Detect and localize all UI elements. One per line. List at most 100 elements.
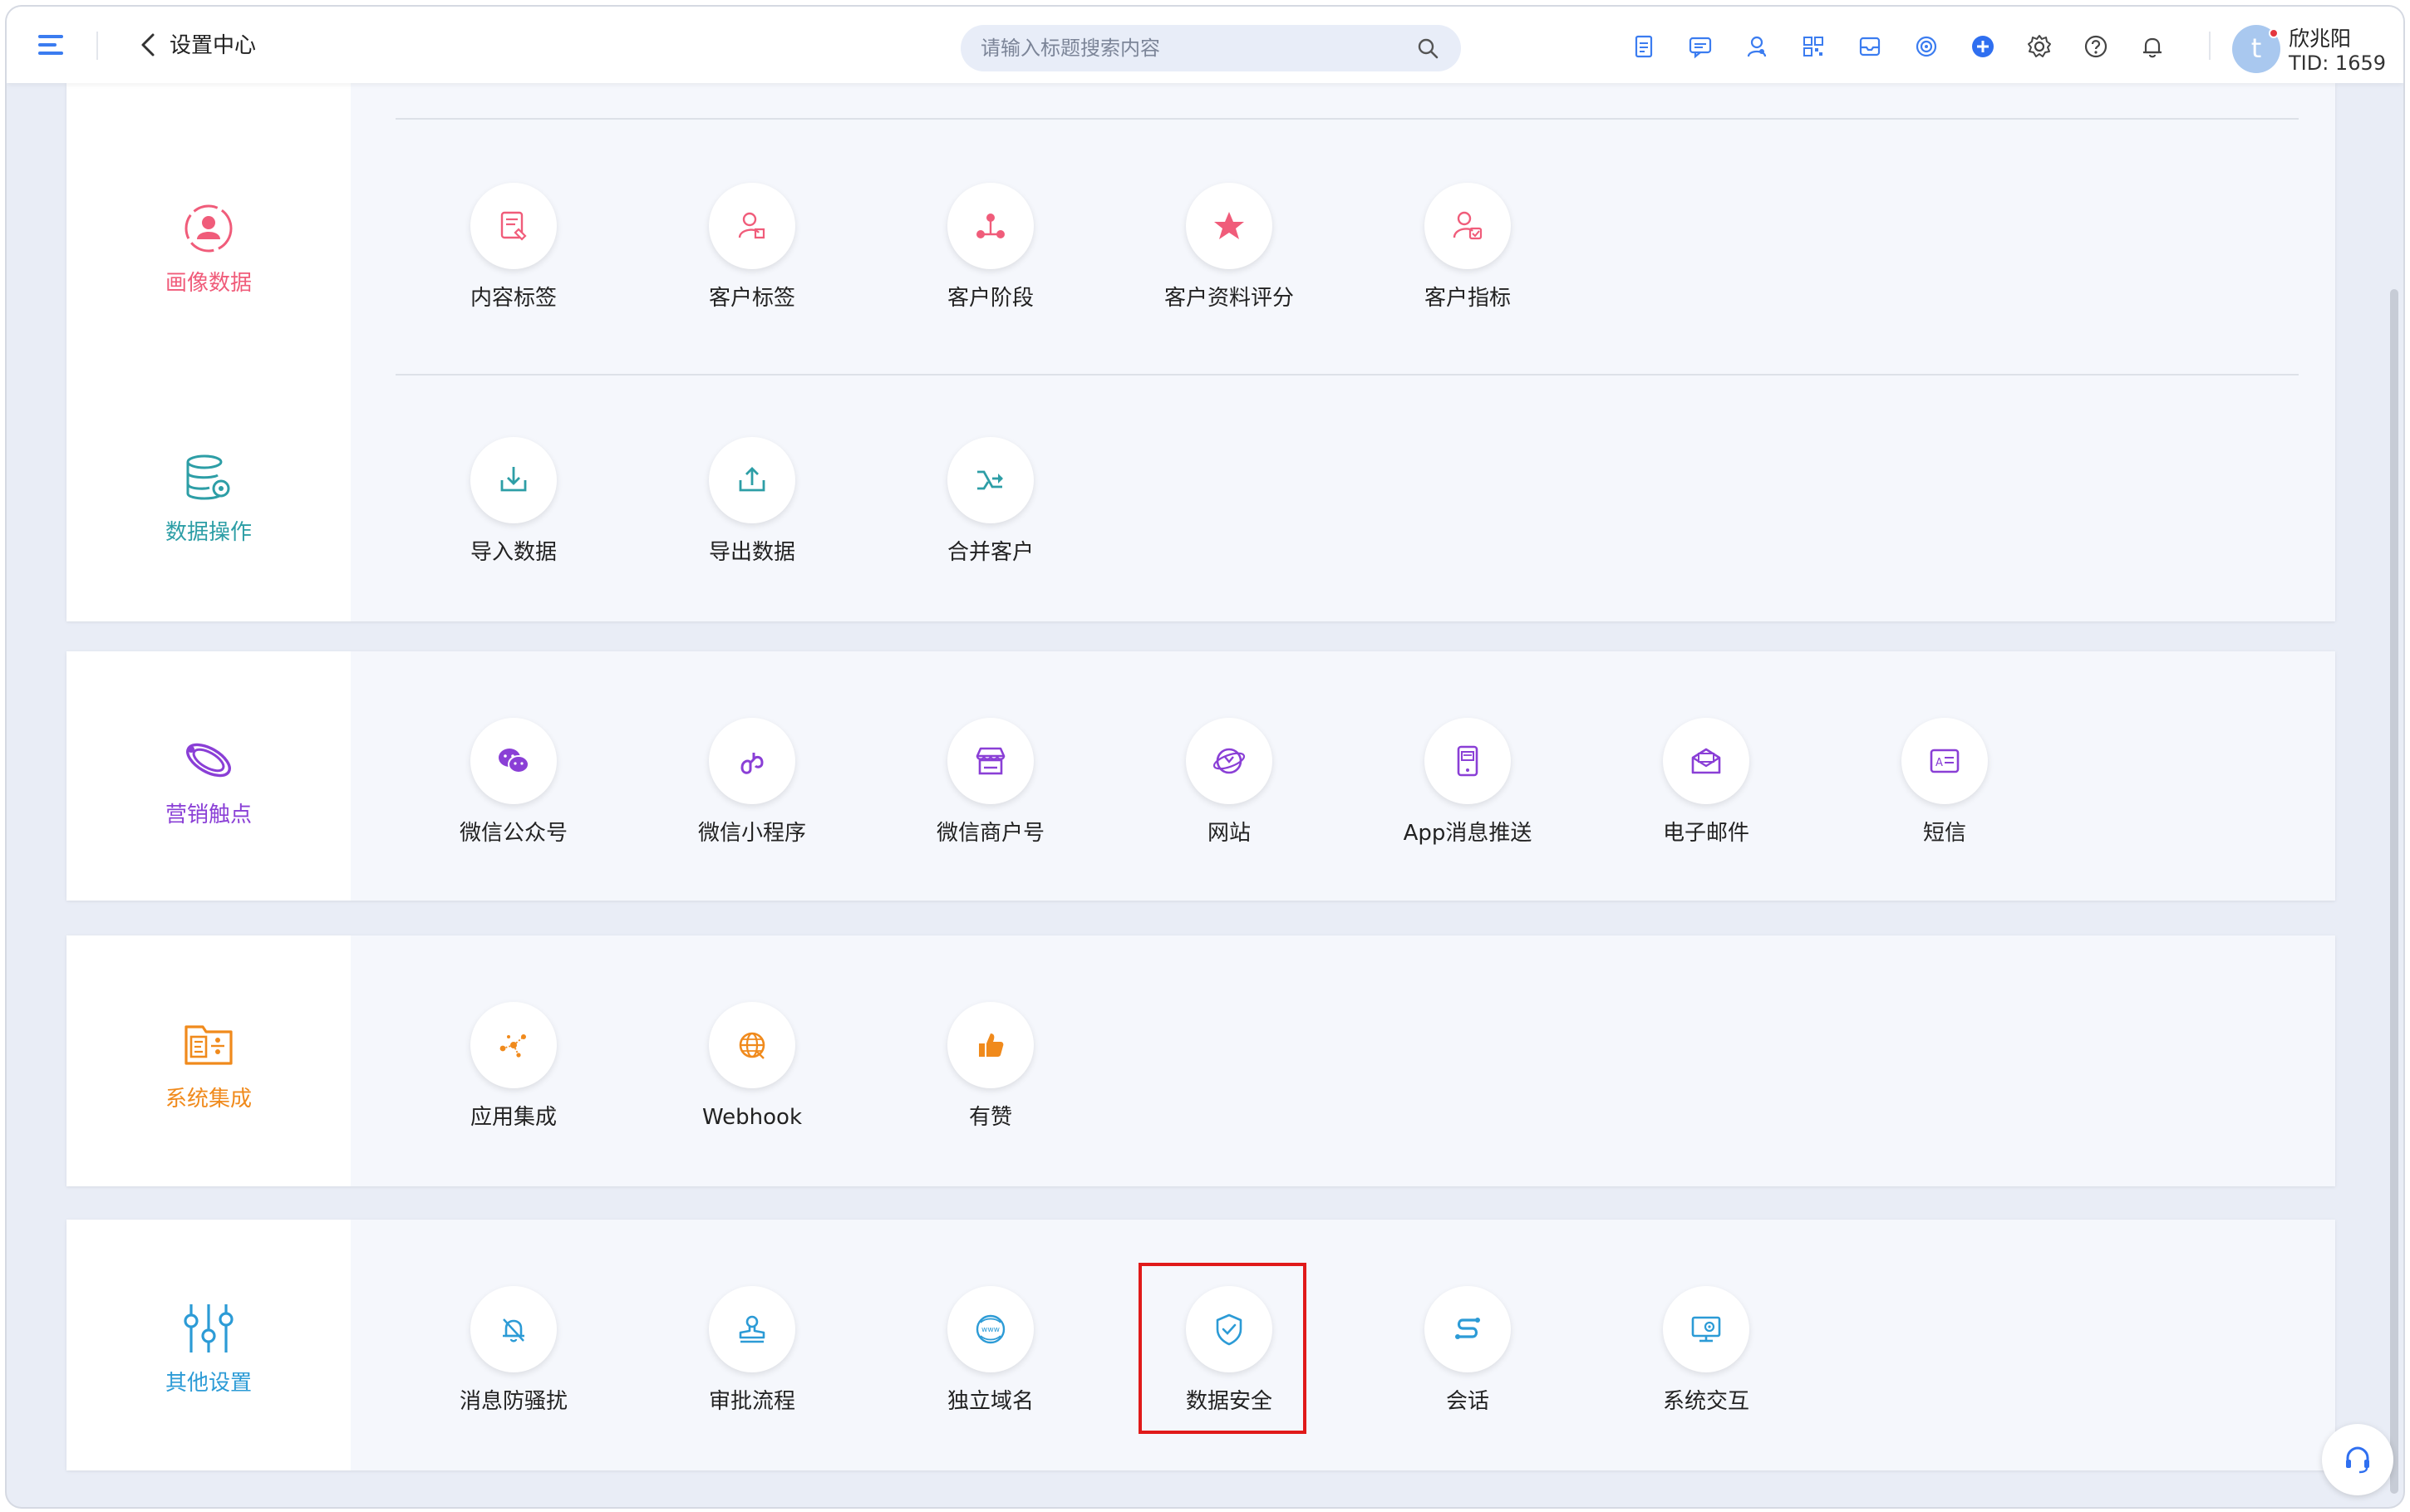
- merge-icon: [977, 470, 1003, 490]
- session-icon: [1455, 1318, 1480, 1339]
- divider: [2209, 32, 2211, 60]
- search-icon[interactable]: [1416, 37, 1439, 60]
- category-other: 其他设置: [66, 1299, 351, 1397]
- divider: [396, 374, 2299, 376]
- setting-item-website[interactable]: 网站: [1138, 718, 1321, 847]
- item-label: 客户指标: [1424, 286, 1511, 311]
- scrollbar[interactable]: [2390, 289, 2398, 1494]
- bell-icon[interactable]: [2134, 28, 2171, 65]
- inbox-icon[interactable]: [1852, 28, 1888, 65]
- item-label: 客户标签: [708, 286, 795, 311]
- email-icon: [1691, 748, 1721, 774]
- help-icon[interactable]: [2078, 28, 2114, 65]
- orbit-icon: [180, 731, 238, 789]
- setting-item-wechat-merchant[interactable]: 微信商户号: [899, 718, 1082, 847]
- search-input[interactable]: [981, 32, 1396, 65]
- divider: [396, 118, 2299, 120]
- category-profile: 画像数据: [66, 199, 351, 297]
- page-title: 设置中心: [170, 33, 257, 58]
- wechat-icon: [499, 749, 529, 773]
- category-label: 其他设置: [165, 1371, 252, 1396]
- import-icon: [500, 467, 527, 492]
- setting-item-customer-metric[interactable]: 客户指标: [1376, 183, 1559, 312]
- customer-service-icon[interactable]: [1739, 28, 1775, 65]
- content-tag-icon: [500, 211, 527, 241]
- svg-text:www: www: [981, 1326, 1000, 1334]
- document-icon[interactable]: [1626, 28, 1662, 65]
- setting-item-approval-flow[interactable]: 审批流程: [661, 1286, 844, 1416]
- item-label: 有赞: [968, 1105, 1012, 1130]
- qrcode-icon[interactable]: [1795, 28, 1832, 65]
- setting-item-profile-score[interactable]: 客户资料评分: [1138, 183, 1321, 312]
- top-bar: 设置中心 请输入标题搜索内容 t 欣兆阳 TID: 1659: [7, 7, 2403, 83]
- target-icon[interactable]: [1908, 28, 1945, 65]
- setting-item-data-security[interactable]: 数据安全: [1138, 1286, 1321, 1416]
- star-icon: [1214, 212, 1244, 239]
- setting-item-app-integration[interactable]: 应用集成: [422, 1002, 605, 1132]
- item-label: 网站: [1207, 821, 1251, 846]
- item-label: 微信商户号: [936, 821, 1045, 846]
- item-label: 短信: [1922, 821, 1966, 846]
- setting-item-wechat-official[interactable]: 微信公众号: [422, 718, 605, 847]
- customer-metric-icon: [1453, 211, 1483, 240]
- webhook-icon: [739, 1032, 765, 1059]
- thumbs-up-icon: [979, 1033, 1004, 1057]
- card-integration: 系统集成 应用集成 Webhook 有赞: [66, 935, 2335, 1186]
- item-label: 内容标签: [470, 286, 557, 311]
- setting-item-content-tag[interactable]: 内容标签: [422, 183, 605, 312]
- setting-item-session[interactable]: 会话: [1376, 1286, 1559, 1416]
- item-label: 微信小程序: [697, 821, 806, 846]
- setting-item-merge-customer[interactable]: 合并客户: [899, 437, 1082, 567]
- category-label: 营销触点: [165, 803, 252, 827]
- item-label: 应用集成: [470, 1105, 557, 1130]
- setting-item-sms[interactable]: A 短信: [1853, 718, 2036, 847]
- search-box[interactable]: [961, 25, 1461, 71]
- app-integration-icon: [499, 1034, 526, 1058]
- setting-item-customer-stage[interactable]: 客户阶段: [899, 183, 1082, 312]
- svg-text:A: A: [1935, 757, 1943, 769]
- shield-icon: [1216, 1313, 1242, 1346]
- setting-item-import-data[interactable]: 导入数据: [422, 437, 605, 567]
- item-label: App消息推送: [1403, 821, 1532, 846]
- card-marketing: 营销触点 微信公众号 微信小程序 微信商户号 网站 App消息推送 电子邮件 A: [66, 651, 2335, 901]
- setting-item-youzan[interactable]: 有赞: [899, 1002, 1082, 1132]
- setting-item-system-interaction[interactable]: 系统交互: [1615, 1286, 1798, 1416]
- setting-item-custom-domain[interactable]: www 独立域名: [899, 1286, 1082, 1416]
- add-icon[interactable]: [1965, 28, 2001, 65]
- sms-icon: A: [1930, 749, 1960, 773]
- setting-item-customer-tag[interactable]: 客户标签: [661, 183, 844, 312]
- item-label: 电子邮件: [1662, 821, 1749, 846]
- item-label: 客户资料评分: [1163, 286, 1294, 311]
- integration-icon: [180, 1015, 238, 1073]
- sliders-icon: [180, 1299, 238, 1357]
- menu-icon[interactable]: [38, 32, 68, 58]
- gear-icon[interactable]: [2021, 28, 2058, 65]
- card-other-settings: 其他设置 消息防骚扰 审批流程 www 独立域名 数据安全 会话 系统交互: [66, 1220, 2335, 1470]
- setting-item-export-data[interactable]: 导出数据: [661, 437, 844, 567]
- stamp-icon: [739, 1315, 765, 1343]
- setting-item-wechat-miniprogram[interactable]: 微信小程序: [661, 718, 844, 847]
- item-label: 审批流程: [708, 1389, 795, 1414]
- miniprogram-icon: [740, 753, 764, 774]
- item-label: 合并客户: [947, 540, 1034, 565]
- setting-item-webhook[interactable]: Webhook: [661, 1002, 844, 1132]
- category-marketing: 营销触点: [66, 731, 351, 829]
- bell-off-icon: [503, 1318, 524, 1343]
- item-label: 数据安全: [1185, 1389, 1272, 1414]
- tenant-id: TID: 1659: [2289, 52, 2387, 75]
- www-icon: www: [976, 1314, 1006, 1344]
- item-label: 消息防骚扰: [459, 1389, 568, 1414]
- setting-item-app-push[interactable]: App消息推送: [1376, 718, 1559, 847]
- category-integration: 系统集成: [66, 1015, 351, 1113]
- website-icon: [1212, 748, 1246, 774]
- headset-icon[interactable]: [2322, 1424, 2393, 1495]
- customer-tag-icon: [738, 212, 765, 239]
- category-label: 系统集成: [165, 1087, 252, 1112]
- back-icon[interactable]: [131, 27, 165, 63]
- setting-item-email[interactable]: 电子邮件: [1615, 718, 1798, 847]
- category-label: 画像数据: [165, 271, 252, 296]
- user-name[interactable]: 欣兆阳: [2289, 27, 2351, 52]
- message-icon[interactable]: [1682, 28, 1719, 65]
- setting-item-anti-harassment[interactable]: 消息防骚扰: [422, 1286, 605, 1416]
- item-label: 会话: [1445, 1389, 1489, 1414]
